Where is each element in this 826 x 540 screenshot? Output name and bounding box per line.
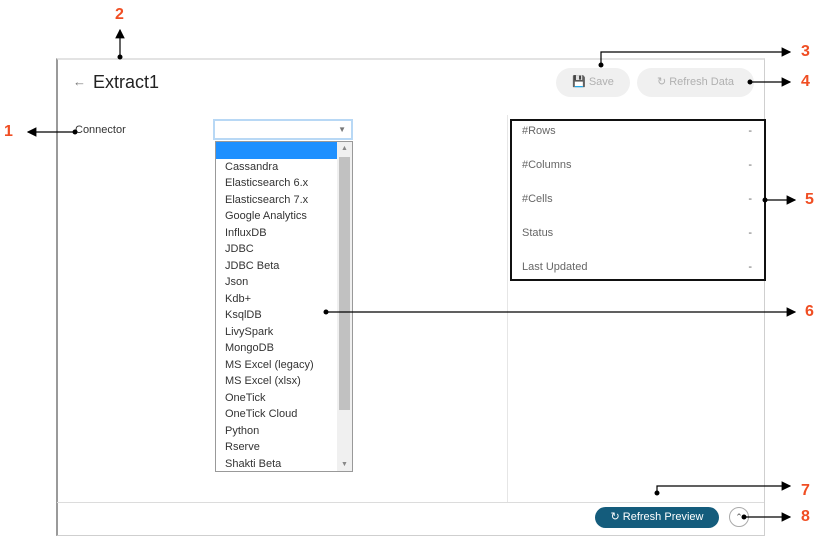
annotation-8: 8 bbox=[801, 508, 810, 525]
annotation-6: 6 bbox=[805, 303, 814, 320]
annotation-7: 7 bbox=[801, 482, 810, 499]
annotation-5: 5 bbox=[805, 191, 814, 208]
annotation-1: 1 bbox=[4, 123, 13, 140]
annotation-3: 3 bbox=[801, 43, 810, 60]
annotation-4: 4 bbox=[801, 73, 810, 90]
annotation-2: 2 bbox=[115, 6, 124, 23]
annotation-lines bbox=[26, 28, 797, 522]
